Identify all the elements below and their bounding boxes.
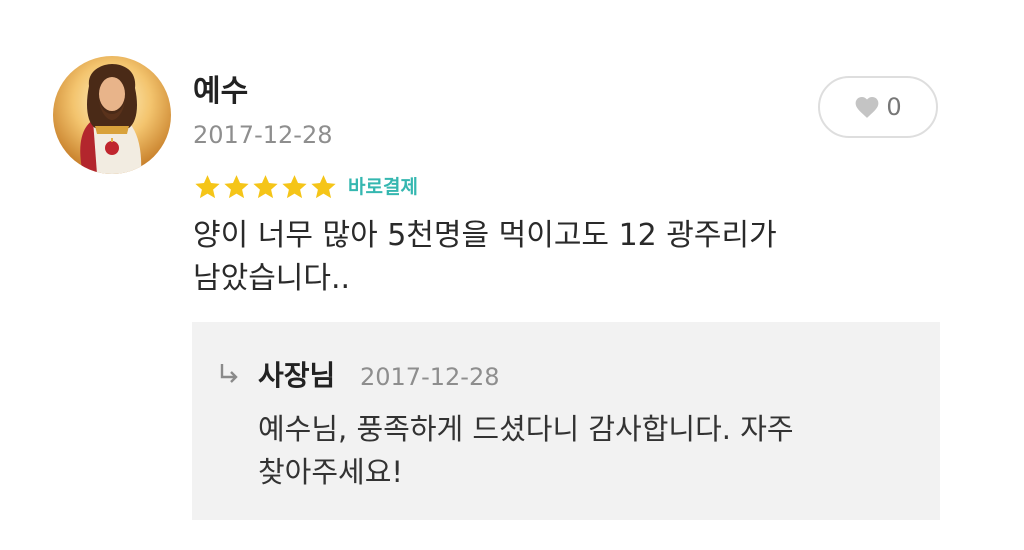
star-icon <box>253 175 278 199</box>
profile-avatar-icon[interactable] <box>53 56 171 174</box>
reply-date: 2017-12-28 <box>360 363 500 391</box>
star-rating <box>193 173 338 201</box>
like-count: 0 <box>886 93 902 121</box>
star-icon <box>282 175 307 199</box>
review-author: 예수 <box>193 74 249 109</box>
rating-row: 바로결제 <box>193 173 418 201</box>
heart-icon <box>855 97 879 118</box>
reply-text: 예수님, 풍족하게 드셨다니 감사합니다. 자주 찾아주세요! <box>258 412 794 489</box>
like-button[interactable]: 0 <box>818 76 938 138</box>
payment-badge: 바로결제 <box>348 176 418 198</box>
review-date: 2017-12-28 <box>193 121 333 149</box>
reply-author: 사장님 <box>258 359 336 392</box>
owner-reply: 사장님 2017-12-28 예수님, 풍족하게 드셨다니 감사합니다. 자주 … <box>192 322 940 520</box>
star-icon <box>224 175 249 199</box>
reply-arrow-icon <box>220 364 238 383</box>
star-icon <box>311 175 336 199</box>
star-icon <box>195 175 220 199</box>
review-item: 예수 2017-12-28 0 바로결제 양이 너무 많아 5천명을 먹이고도 … <box>0 0 1024 550</box>
review-text: 양이 너무 많아 5천명을 먹이고도 12 광주리가 남았습니다.. <box>193 218 777 296</box>
